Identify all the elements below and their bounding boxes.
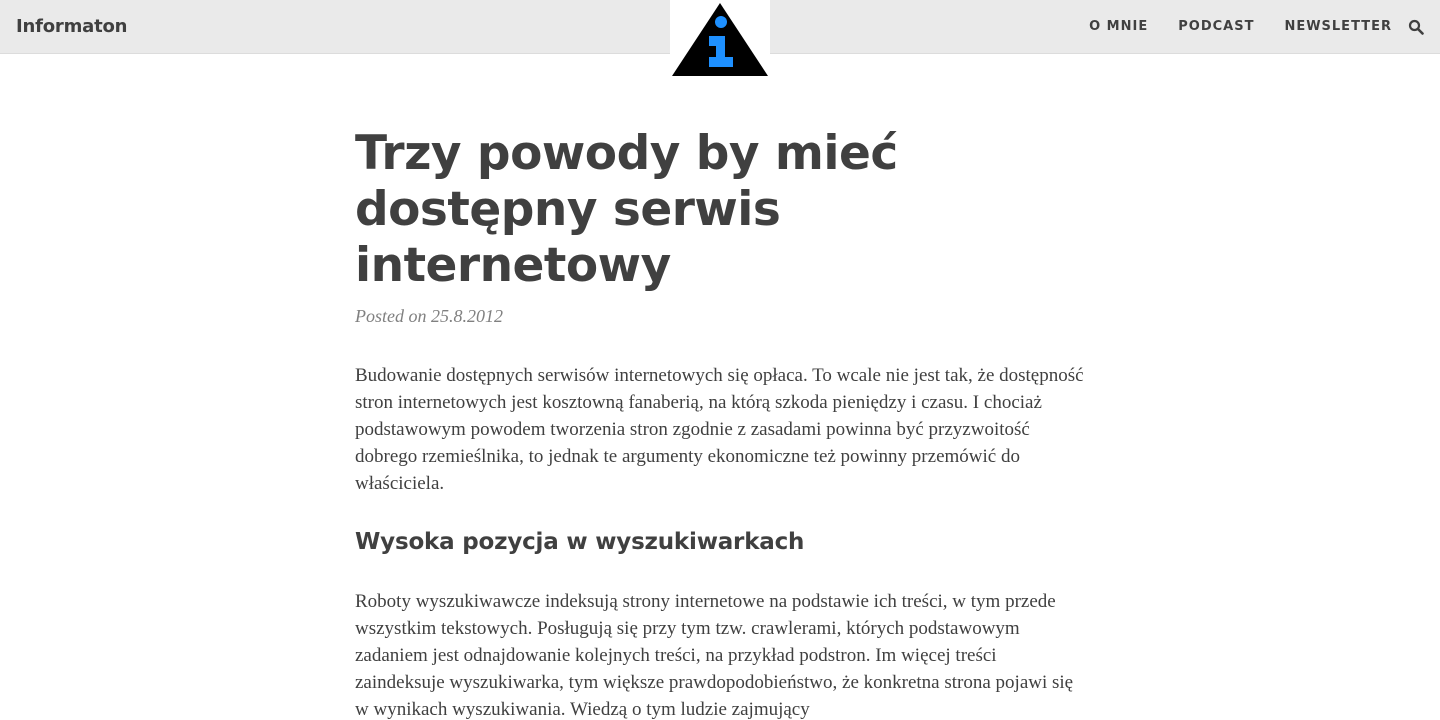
nav-link-podcast[interactable]: PODCAST [1178,17,1254,37]
post-meta: Posted on 25.8.2012 [355,306,503,326]
top-navbar: Informaton O MNIE PODCAST NEWSLETTER [0,0,1440,78]
section-paragraph: Roboty wyszukiwawcze indeksują strony in… [355,591,1074,720]
search-icon [1408,19,1424,35]
site-logo[interactable] [670,0,770,78]
post-intro-paragraph: Budowanie dostępnych serwisów internetow… [355,365,1084,494]
search-button[interactable] [1408,19,1424,35]
brand-link[interactable]: Informaton [16,15,127,39]
nav-link-newsletter[interactable]: NEWSLETTER [1284,17,1392,37]
post-content: Trzy powody by mieć dostępny serwis inte… [355,126,1085,720]
info-triangle-logo-icon [672,3,768,76]
post-title: Trzy powody by mieć dostępny serwis inte… [355,126,898,293]
section-heading: Wysoka pozycja w wyszukiwarkach [355,529,805,555]
nav-links: O MNIE PODCAST NEWSLETTER [1089,0,1392,54]
nav-link-o-mnie[interactable]: O MNIE [1089,17,1148,37]
